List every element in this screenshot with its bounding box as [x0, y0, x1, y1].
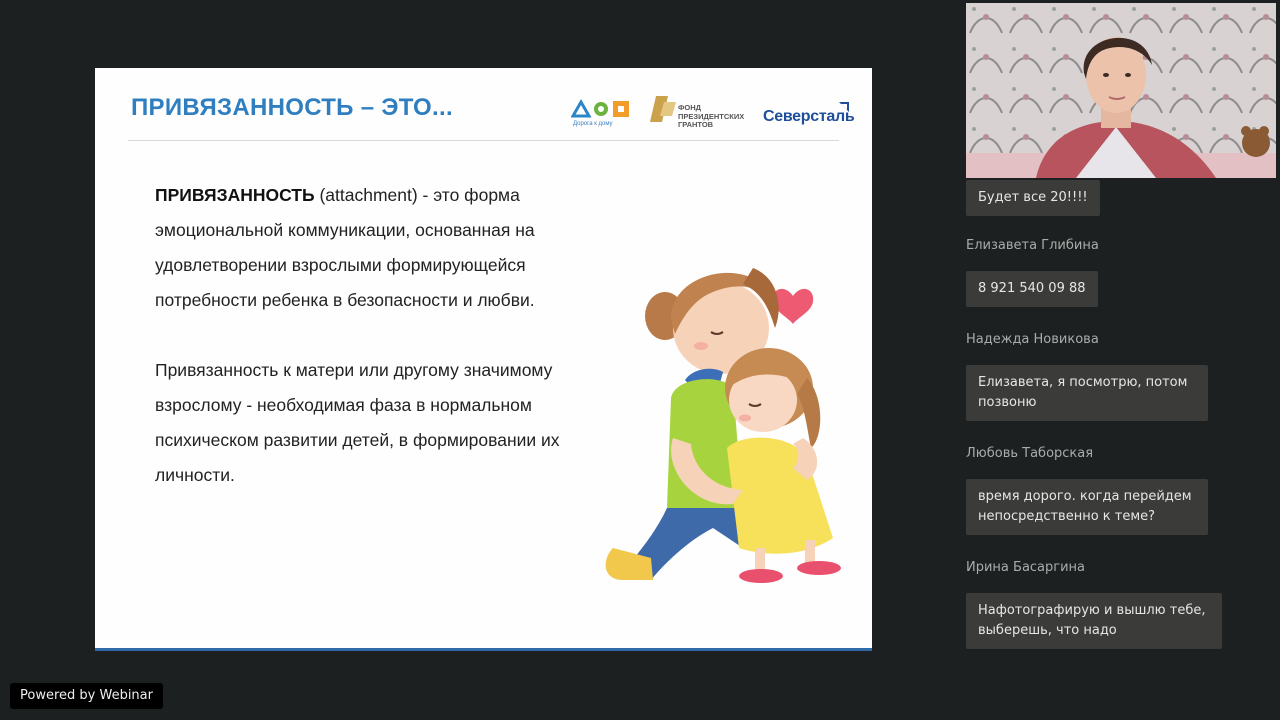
presentation-slide: ПРИВЯЗАННОСТЬ – ЭТО... Дорога к дому ФОН…	[95, 68, 872, 651]
chat-message-author: Ирина Басаргина	[966, 560, 1086, 575]
chat-message-bubble: 8 921 540 09 88	[966, 271, 1098, 307]
explanation-paragraph: Привязанность к матери или другому значи…	[155, 360, 560, 485]
chat-message-author: Елизавета Глибина	[966, 238, 1099, 253]
fond-text: ФОНД ПРЕЗИДЕНТСКИХ ГРАНТОВ	[678, 103, 745, 129]
mother-child-hug-illustration	[605, 268, 841, 583]
chat-message-bubble: Елизавета, я посмотрю, потом позвоню	[966, 365, 1208, 421]
fond-prezidentskih-grantov-logo: ФОНД ПРЕЗИДЕНТСКИХ ГРАНТОВ	[650, 94, 750, 134]
doroga-k-domu-logo: Дорога к дому	[570, 96, 633, 132]
chat-message-bubble: Нафотографирую и вышлю тебе, выберешь, ч…	[966, 593, 1222, 649]
slide-title: ПРИВЯЗАННОСТЬ – ЭТО...	[131, 94, 453, 121]
chat-message-author: Надежда Новикова	[966, 332, 1099, 347]
presenter-webcam-video	[966, 3, 1276, 178]
title-divider	[128, 140, 839, 141]
chat-message-bubble: Будет все 20!!!!	[966, 180, 1100, 216]
powered-by-webinar-badge[interactable]: Powered by Webinar	[10, 683, 163, 709]
chat-message-bubble: время дорого. когда перейдем непосредств…	[966, 479, 1208, 535]
doroga-caption: Дорога к дому	[573, 121, 613, 127]
chat-message-author: Любовь Таборская	[966, 446, 1094, 461]
definition-term: ПРИВЯЗАННОСТЬ	[155, 185, 315, 205]
definition-paragraph: ПРИВЯЗАННОСТЬ (attachment) - это форма э…	[155, 178, 595, 318]
severstal-logo: Северсталь	[763, 100, 855, 130]
chat-panel: Будет все 20!!!! Елизавета Глибина 8 921…	[966, 178, 1266, 678]
